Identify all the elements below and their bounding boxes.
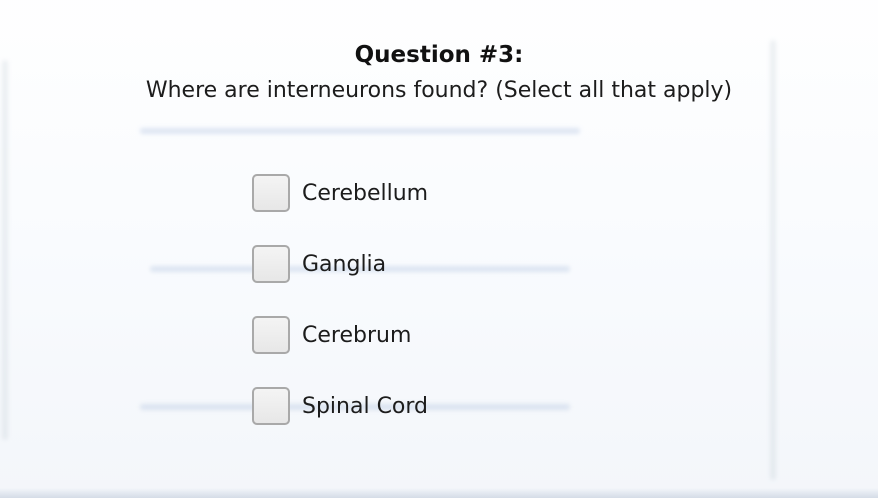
option-cerebellum[interactable]: Cerebellum <box>252 172 428 214</box>
bottom-edge-shadow <box>0 488 878 498</box>
background-blur-divider <box>2 60 8 440</box>
background-blur-divider <box>770 40 776 480</box>
question-text: Where are interneurons found? (Select al… <box>145 78 733 103</box>
question-number: Question #3: <box>354 42 524 68</box>
checkbox-cerebellum[interactable] <box>252 174 290 212</box>
option-spinal-cord[interactable]: Spinal Cord <box>252 385 428 427</box>
option-label: Cerebellum <box>302 180 429 206</box>
background-blur-line <box>140 128 580 134</box>
option-label: Cerebrum <box>302 322 412 348</box>
checkbox-spinal-cord[interactable] <box>252 387 290 425</box>
option-cerebrum[interactable]: Cerebrum <box>252 314 428 356</box>
option-label: Spinal Cord <box>302 393 429 419</box>
option-label: Ganglia <box>302 251 387 277</box>
option-ganglia[interactable]: Ganglia <box>252 243 428 285</box>
answer-options: Cerebellum Ganglia Cerebrum Spinal Cord <box>252 172 428 456</box>
question-header: Question #3: Where are interneurons foun… <box>0 40 878 105</box>
checkbox-cerebrum[interactable] <box>252 316 290 354</box>
checkbox-ganglia[interactable] <box>252 245 290 283</box>
